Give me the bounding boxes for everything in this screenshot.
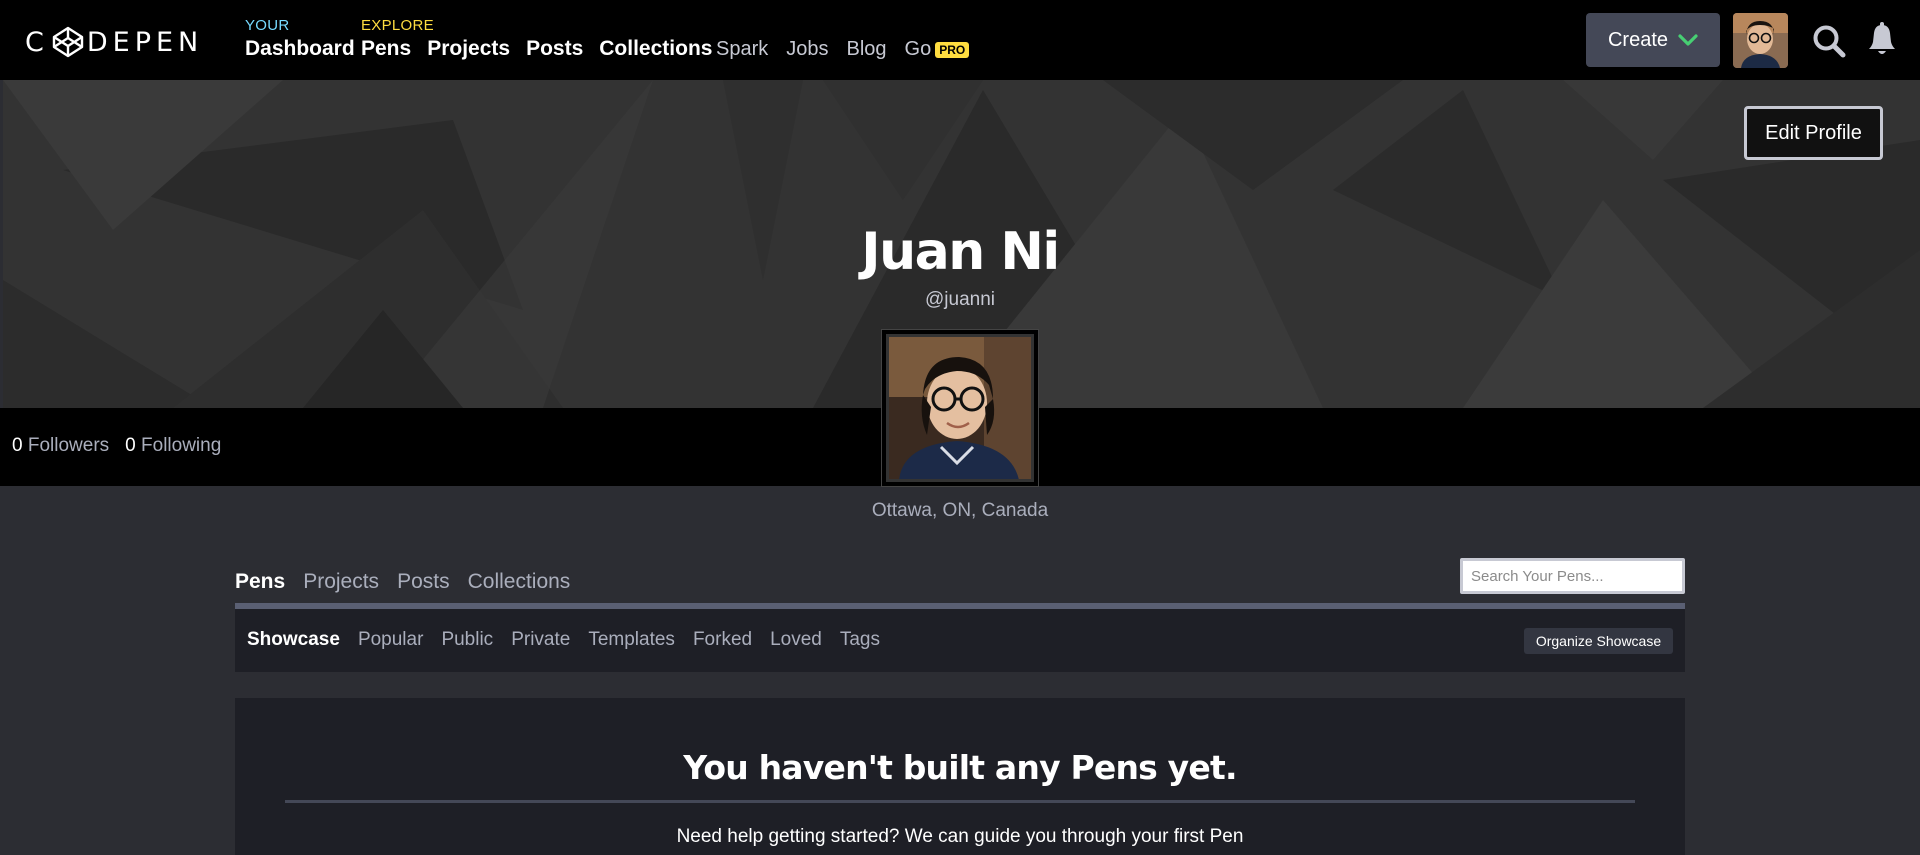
nav-go-pro[interactable]: Go PRO [905,38,970,61]
subtab-forked[interactable]: Forked [693,629,752,651]
empty-state-subtitle: Need help getting started? We can guide … [676,826,1244,847]
nav-spark[interactable]: Spark [716,38,768,61]
nav-posts[interactable]: Posts [526,37,583,61]
subtab-templates[interactable]: Templates [588,629,675,651]
nav-explore-label: EXPLORE [361,17,434,34]
organize-showcase-button[interactable]: Organize Showcase [1524,628,1673,654]
avatar-image [1733,13,1788,68]
codepen-logo[interactable]: C DEPEN [25,26,203,58]
nav-your-label: YOUR [245,17,290,34]
profile-handle: @juanni [925,289,995,310]
nav-pens[interactable]: Pens [361,37,411,61]
nav-explore-group: EXPLORE Pens Projects Posts Collections [361,17,712,61]
pen-subtabs: Showcase Popular Public Private Template… [247,629,880,651]
nav-dashboard[interactable]: Dashboard [245,37,355,61]
subtab-tags[interactable]: Tags [840,629,880,651]
subtab-popular[interactable]: Popular [358,629,424,651]
nav-your-group: YOUR Dashboard [245,17,355,61]
pro-badge: PRO [935,41,970,58]
subtab-private[interactable]: Private [511,629,570,651]
following-count: 0 [125,435,136,456]
empty-state-title: You haven't built any Pens yet. [683,748,1237,787]
empty-state-divider [285,800,1635,803]
tab-posts[interactable]: Posts [397,570,450,594]
follow-stats: 0 Followers 0 Following [12,435,221,457]
nav-blog[interactable]: Blog [847,38,887,61]
create-button[interactable]: Create [1586,13,1720,67]
bell-icon[interactable] [1866,22,1898,58]
secondary-nav: Spark Jobs Blog Go PRO [716,38,970,61]
user-avatar[interactable] [1733,13,1788,68]
profile-location: Ottawa, ON, Canada [871,500,1049,521]
nav-projects[interactable]: Projects [427,37,510,61]
logo-text-right: DEPEN [86,26,204,58]
search-icon[interactable] [1812,24,1846,58]
profile-photo-image [889,337,1031,479]
nav-jobs[interactable]: Jobs [786,38,828,61]
profile-photo [882,330,1038,486]
profile-tabs: Pens Projects Posts Collections [235,570,570,594]
tab-collections[interactable]: Collections [468,570,571,594]
followers-label: Followers [27,435,110,456]
codepen-cube-icon [52,26,84,58]
logo-text-left: C [25,26,49,58]
subtab-public[interactable]: Public [441,629,493,651]
subtab-showcase[interactable]: Showcase [247,629,340,651]
tab-pens[interactable]: Pens [235,570,285,594]
chevron-down-icon [1678,34,1698,46]
following-link[interactable]: 0 Following [125,435,221,457]
create-button-label: Create [1607,28,1669,51]
followers-count: 0 [12,435,23,456]
subtab-loved[interactable]: Loved [770,629,822,651]
nav-go-label: Go [904,38,932,60]
search-pens-input[interactable] [1460,558,1685,594]
nav-collections[interactable]: Collections [599,37,712,61]
following-label: Following [141,435,222,456]
followers-link[interactable]: 0 Followers [12,435,109,457]
tab-projects[interactable]: Projects [303,570,379,594]
edit-profile-button[interactable]: Edit Profile [1744,106,1883,160]
profile-name: Juan Ni [861,222,1060,282]
